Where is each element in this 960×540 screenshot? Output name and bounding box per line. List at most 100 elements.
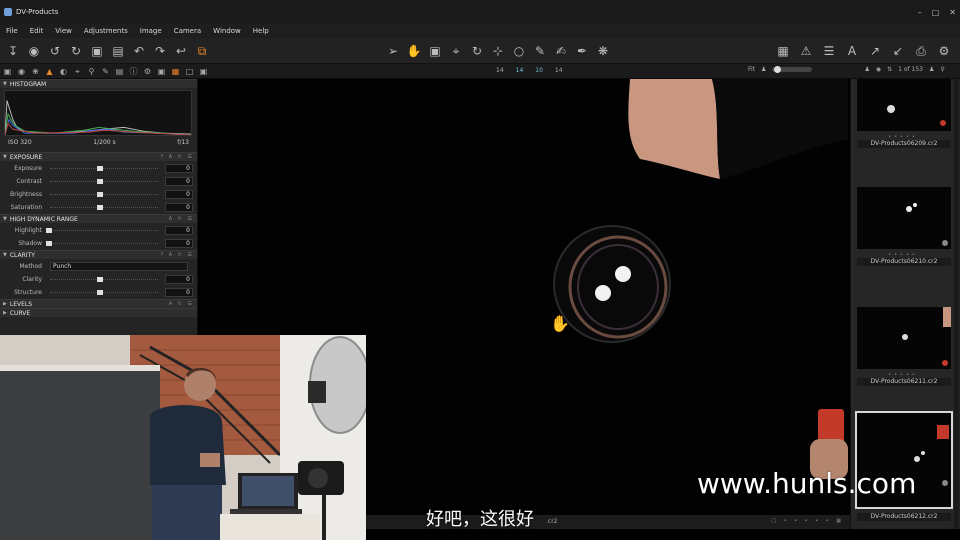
output-tab-icon[interactable]: ▤ [114,66,125,77]
spot-tool-icon[interactable]: ○ [510,42,528,60]
structure-value[interactable]: 0 [165,288,193,297]
zoom-fit-label[interactable]: Fit [748,66,755,73]
shadow-value[interactable]: 0 [165,239,193,248]
cursor-icon[interactable]: ↗ [866,42,884,60]
rotate-right-icon[interactable]: ↻ [67,42,85,60]
levels-header[interactable]: ▶ LEVELS A ↻ ☰ [0,299,197,308]
user-icon[interactable]: ♟ [929,66,934,73]
maximize-button[interactable]: □ [932,8,940,17]
method-select[interactable]: Punch [50,262,188,271]
menu-view[interactable]: View [55,27,72,35]
metadata-tab-icon[interactable]: ⓘ [128,66,139,77]
menu-help[interactable]: Help [253,27,269,35]
exposure-value[interactable]: 0 [165,164,193,173]
folder-icon[interactable]: ▣ [88,42,106,60]
filmstrip-scrollbar[interactable] [954,79,959,529]
section-tools-icon[interactable]: A ↻ ☰ [169,216,194,222]
menu-image[interactable]: Image [140,27,162,35]
pan-tool-icon[interactable]: ✋ [405,42,423,60]
section-tools-icon[interactable]: ? A ↻ ☰ [160,154,194,160]
camera-icon[interactable]: ◉ [25,42,43,60]
exposure-slider[interactable] [50,166,158,171]
menu-adjustments[interactable]: Adjustments [84,27,128,35]
slider-thumb[interactable] [97,205,103,210]
import-icon[interactable]: ↧ [4,42,22,60]
picker-tool-icon[interactable]: ✒ [573,42,591,60]
shadow-slider[interactable] [46,241,158,246]
hdr-header[interactable]: ▼ HIGH DYNAMIC RANGE A ↻ ☰ [0,214,197,223]
crop-tool-icon[interactable]: ⌖ [447,42,465,60]
print-icon[interactable]: ⎙ [912,42,930,60]
search-icon[interactable]: ⚲ [940,66,944,73]
local-tab-icon[interactable]: ✎ [100,66,111,77]
warning-icon[interactable]: ⚠ [797,42,815,60]
clarity-value[interactable]: 0 [165,275,193,284]
composition-tab-icon[interactable]: ⌖ [72,66,83,77]
fullscreen-view-icon[interactable]: ▣ [198,66,209,77]
library-tab-icon[interactable]: ▣ [2,66,13,77]
section-tools-icon[interactable]: ? A ↻ ☰ [160,252,194,258]
exposure-header[interactable]: ▼ EXPOSURE ? A ↻ ☰ [0,152,197,161]
sort-icon[interactable]: ⇅ [887,66,892,73]
thumbnail[interactable]: ••••• DV-Products06211.cr2 [853,307,953,386]
menu-camera[interactable]: Camera [174,27,201,35]
minimize-button[interactable]: – [918,8,922,17]
clarity-slider[interactable] [50,277,158,282]
menu-file[interactable]: File [6,27,18,35]
rotate-left-icon[interactable]: ↺ [46,42,64,60]
contrast-slider[interactable] [50,179,158,184]
sun-tool-icon[interactable]: ❋ [594,42,612,60]
contrast-value[interactable]: 0 [165,177,193,186]
keystone-tool-icon[interactable]: ⊹ [489,42,507,60]
curve-header[interactable]: ▶ CURVE [0,308,197,317]
trash-icon[interactable]: ▤ [109,42,127,60]
slider-thumb[interactable] [97,192,103,197]
copy-adjustments-icon[interactable]: ⧉ [193,42,211,60]
capture-tab-icon[interactable]: ◉ [16,66,27,77]
eye-icon[interactable]: ◉ [876,66,881,73]
details-tab-icon[interactable]: ⚲ [86,66,97,77]
eraser-tool-icon[interactable]: ✍ [552,42,570,60]
select-tool-icon[interactable]: ➢ [384,42,402,60]
arrow-icon[interactable]: ↙ [889,42,907,60]
single-view-icon[interactable]: □ [184,66,195,77]
slider-thumb[interactable] [46,241,52,246]
redo-icon[interactable]: ↷ [151,42,169,60]
brightness-value[interactable]: 0 [165,190,193,199]
slider-thumb[interactable] [46,228,52,233]
rating-stars[interactable]: □ • • • • • ▦ [771,518,844,524]
ruler-icon[interactable]: ☰ [820,42,838,60]
close-button[interactable]: ✕ [949,8,956,17]
menu-edit[interactable]: Edit [30,27,44,35]
rotate-tool-icon[interactable]: ↻ [468,42,486,60]
structure-slider[interactable] [50,290,158,295]
settings-icon[interactable]: ⚙ [935,42,953,60]
undo-icon[interactable]: ↶ [130,42,148,60]
slider-thumb[interactable] [97,290,103,295]
batch-tab-icon[interactable]: ⚙ [142,66,153,77]
lens-tab-icon[interactable]: ◐ [58,66,69,77]
saturation-value[interactable]: 0 [165,203,193,212]
highlight-value[interactable]: 0 [165,226,193,235]
grid-view-icon[interactable]: ▦ [170,66,181,77]
saturation-slider[interactable] [50,205,158,210]
brush-tool-icon[interactable]: ✎ [531,42,549,60]
slider-thumb[interactable] [97,277,103,282]
highlight-slider[interactable] [46,228,158,233]
brightness-slider[interactable] [50,192,158,197]
exposure-tab-icon[interactable]: ▲ [44,66,55,77]
thumbnail[interactable]: ••••• DV-Products06209.cr2 [853,79,953,148]
loupe-tool-icon[interactable]: ▣ [426,42,444,60]
histogram-header[interactable]: ▼ HISTOGRAM [0,79,197,88]
zoom-slider[interactable] [772,66,813,73]
adjust-tab-icon[interactable]: ▣ [156,66,167,77]
reset-icon[interactable]: ↩ [172,42,190,60]
text-icon[interactable]: A [843,42,861,60]
slider-thumb[interactable] [97,179,103,184]
color-tab-icon[interactable]: ❀ [30,66,41,77]
clarity-header[interactable]: ▼ CLARITY ? A ↻ ☰ [0,250,197,259]
section-tools-icon[interactable]: A ↻ ☰ [169,301,194,307]
slider-thumb[interactable] [97,166,103,171]
menu-window[interactable]: Window [213,27,241,35]
grid-icon[interactable]: ▦ [774,42,792,60]
